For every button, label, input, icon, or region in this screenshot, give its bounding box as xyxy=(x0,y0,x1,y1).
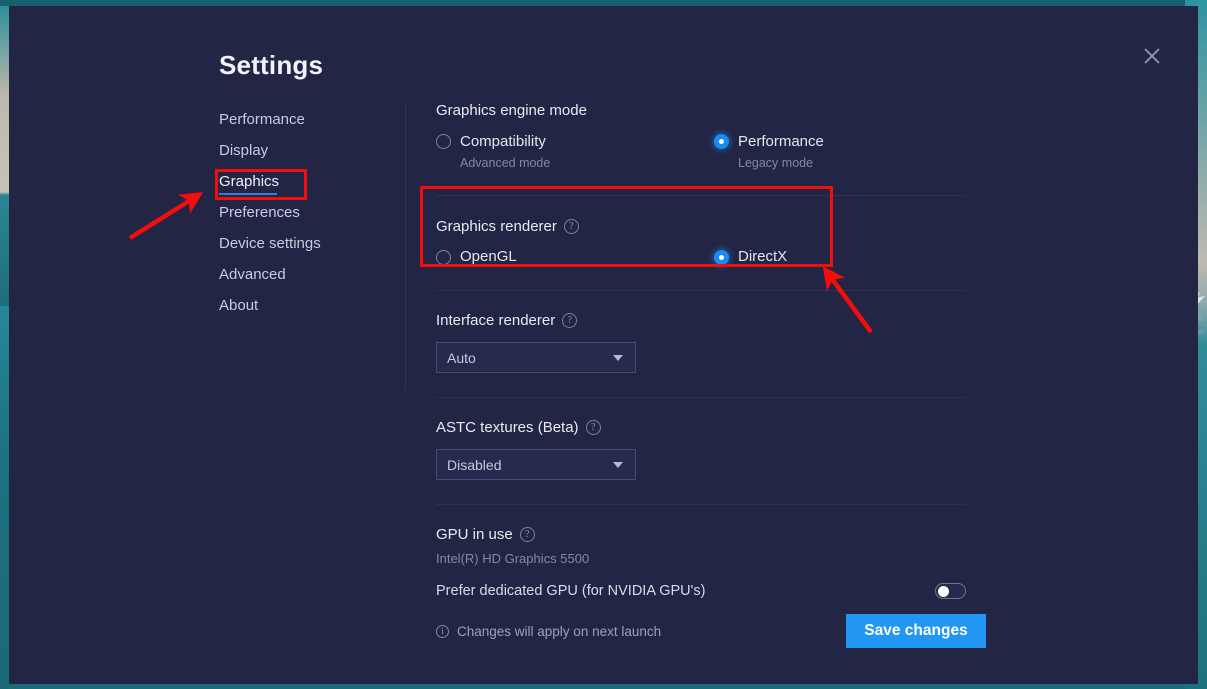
settings-dialog: Settings Performance Display Graphics Pr… xyxy=(9,6,1198,684)
help-icon[interactable]: ? xyxy=(562,313,577,328)
sidebar-nav: Performance Display Graphics Preferences… xyxy=(219,104,409,321)
dropdown-value: Auto xyxy=(447,350,476,366)
radio-sublabel: Legacy mode xyxy=(738,155,824,171)
sidebar-item-device-settings[interactable]: Device settings xyxy=(219,228,409,259)
sidebar-item-label: About xyxy=(219,297,258,314)
dropdown-value: Disabled xyxy=(447,457,501,473)
help-icon[interactable]: ? xyxy=(520,527,535,542)
help-icon[interactable]: ? xyxy=(586,420,601,435)
gpu-name-value: Intel(R) HD Graphics 5500 xyxy=(436,551,1056,566)
sidebar-item-label: Device settings xyxy=(219,235,321,252)
settings-content: Graphics engine mode Compatibility Advan… xyxy=(436,102,1056,599)
radio-opengl[interactable]: OpenGL xyxy=(436,248,714,265)
radio-label: Compatibility xyxy=(460,133,546,150)
help-icon[interactable]: ? xyxy=(564,219,579,234)
chevron-down-icon xyxy=(613,462,623,468)
sidebar-content-divider xyxy=(405,102,406,390)
radio-label: DirectX xyxy=(738,248,787,265)
section-divider xyxy=(436,195,966,196)
close-icon[interactable] xyxy=(1135,39,1169,73)
gpu-in-use-label: GPU in use ? xyxy=(436,526,1056,543)
background-left-strip xyxy=(0,6,9,306)
radio-compatibility[interactable]: Compatibility Advanced mode xyxy=(436,132,714,171)
section-divider xyxy=(436,290,966,291)
engine-mode-label: Graphics engine mode xyxy=(436,102,1056,119)
prefer-dedicated-gpu-row: Prefer dedicated GPU (for NVIDIA GPU's) xyxy=(436,583,966,599)
engine-mode-options: Compatibility Advanced mode Performance … xyxy=(436,132,1056,171)
chevron-down-icon xyxy=(613,355,623,361)
page-title: Settings xyxy=(219,50,323,81)
radio-sublabel: Advanced mode xyxy=(460,155,550,171)
section-divider xyxy=(436,504,966,505)
radio-icon xyxy=(436,134,451,149)
sidebar-item-about[interactable]: About xyxy=(219,290,409,321)
radio-icon xyxy=(436,250,451,265)
active-indicator xyxy=(219,193,277,195)
toggle-knob xyxy=(938,586,949,597)
sidebar-item-performance[interactable]: Performance xyxy=(219,104,409,135)
astc-textures-dropdown[interactable]: Disabled xyxy=(436,449,636,480)
sidebar-item-advanced[interactable]: Advanced xyxy=(219,259,409,290)
interface-renderer-dropdown[interactable]: Auto xyxy=(436,342,636,373)
sidebar-item-graphics[interactable]: Graphics xyxy=(219,166,409,197)
radio-label: Performance xyxy=(738,133,824,150)
info-icon: i xyxy=(436,625,449,638)
sidebar-item-label: Preferences xyxy=(219,204,300,221)
background-left-strip-lower xyxy=(0,306,9,689)
sidebar-item-label: Graphics xyxy=(219,173,279,190)
save-changes-button[interactable]: Save changes xyxy=(846,614,986,648)
astc-textures-label: ASTC textures (Beta) ? xyxy=(436,419,1056,436)
radio-performance[interactable]: Performance Legacy mode xyxy=(714,132,992,171)
interface-renderer-label: Interface renderer ? xyxy=(436,312,1056,329)
prefer-dedicated-gpu-label: Prefer dedicated GPU (for NVIDIA GPU's) xyxy=(436,583,706,599)
dialog-footer: i Changes will apply on next launch Save… xyxy=(436,614,986,648)
sidebar-item-preferences[interactable]: Preferences xyxy=(219,197,409,228)
graphics-renderer-label: Graphics renderer ? xyxy=(436,218,1056,235)
footer-note: i Changes will apply on next launch xyxy=(436,624,661,639)
sidebar-item-label: Performance xyxy=(219,111,305,128)
footer-note-text: Changes will apply on next launch xyxy=(457,624,661,639)
prefer-dedicated-gpu-toggle[interactable] xyxy=(935,583,966,599)
radio-directx[interactable]: DirectX xyxy=(714,248,992,265)
radio-label: OpenGL xyxy=(460,248,517,265)
sidebar-item-label: Display xyxy=(219,142,268,159)
sidebar-item-label: Advanced xyxy=(219,266,286,283)
graphics-renderer-options: OpenGL DirectX xyxy=(436,248,1056,265)
section-divider xyxy=(436,397,966,398)
radio-icon-selected xyxy=(714,134,729,149)
sidebar-item-display[interactable]: Display xyxy=(219,135,409,166)
radio-icon-selected xyxy=(714,250,729,265)
